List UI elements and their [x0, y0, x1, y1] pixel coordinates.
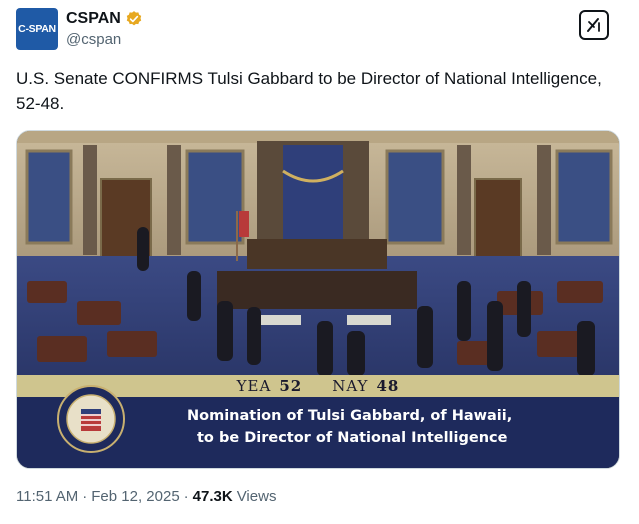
- meta-separator-2: ·: [183, 488, 189, 505]
- nomination-caption: Nomination of Tulsi Gabbard, of Hawaii, …: [187, 405, 517, 449]
- nay-count: 48: [376, 377, 400, 395]
- senate-seal-icon: [57, 385, 125, 453]
- tweet-meta: 11:51 AM · Feb 12, 2025 · 47.3K Views: [16, 488, 276, 505]
- media-video[interactable]: YEA 52 NAY 48 Nomination of Tulsi Gabbard,…: [16, 130, 620, 469]
- grok-glyph-icon: [587, 18, 600, 32]
- caption-line-2: to be Director of National Intelligence: [197, 430, 508, 446]
- display-name[interactable]: CSPAN: [66, 10, 121, 28]
- nay-label: NAY: [332, 377, 369, 395]
- yea-label: YEA: [236, 377, 272, 395]
- verified-badge-icon: [126, 11, 142, 26]
- nay-tally: NAY 48: [332, 377, 399, 395]
- views-label: Views: [236, 488, 277, 505]
- tweet-date[interactable]: Feb 12, 2025: [91, 488, 179, 505]
- yea-count: 52: [279, 377, 303, 395]
- tweet-time[interactable]: 11:51 AM: [16, 488, 78, 505]
- handle[interactable]: @cspan: [66, 31, 121, 48]
- avatar[interactable]: C-SPAN: [16, 8, 58, 50]
- name-row: CSPAN: [66, 10, 143, 28]
- tweet-text: U.S. Senate CONFIRMS Tulsi Gabbard to be…: [16, 69, 602, 113]
- yea-tally: YEA 52: [237, 377, 303, 395]
- tweet-header: C-SPAN CSPAN @cspan: [16, 8, 623, 52]
- grok-icon[interactable]: [579, 10, 609, 40]
- views-count[interactable]: 47.3K: [193, 488, 233, 505]
- caption-line-1: Nomination of Tulsi Gabbard, of Hawaii,: [187, 408, 513, 424]
- meta-separator: ·: [82, 488, 88, 505]
